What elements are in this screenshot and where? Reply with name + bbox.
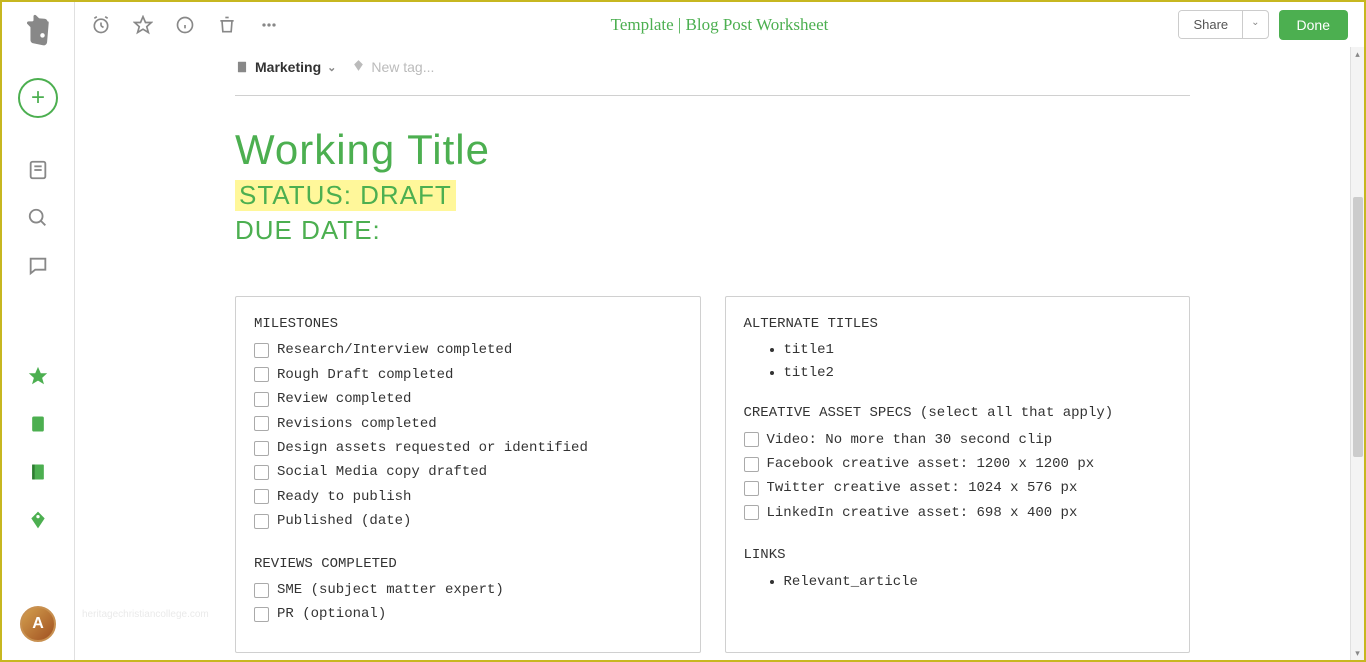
checklist-label: Published (date)	[277, 510, 411, 532]
shortcuts-icon[interactable]	[26, 158, 50, 182]
notebooks-icon[interactable]	[26, 460, 50, 484]
watermark: heritagechristiancollege.com	[82, 609, 209, 620]
evernote-logo-icon[interactable]	[20, 14, 56, 50]
scroll-down-icon[interactable]: ▾	[1351, 646, 1364, 660]
checklist-label: Video: No more than 30 second clip	[767, 429, 1053, 451]
checklist-item[interactable]: Ready to publish	[254, 486, 682, 508]
checklist-label: Rough Draft completed	[277, 364, 453, 386]
checklist-label: PR (optional)	[277, 603, 386, 625]
checklist-item[interactable]: Published (date)	[254, 510, 682, 532]
checklist-label: Twitter creative asset: 1024 x 576 px	[767, 477, 1078, 499]
checklist-item[interactable]: Research/Interview completed	[254, 339, 682, 361]
notes-icon[interactable]	[26, 412, 50, 436]
done-button[interactable]: Done	[1279, 10, 1348, 40]
specs-header: CREATIVE ASSET SPECS (select all that ap…	[744, 402, 1172, 424]
note-body[interactable]: Marketing ⌄ New tag... Working Title STA…	[75, 47, 1350, 660]
checkbox[interactable]	[254, 343, 269, 358]
sidebar: + A	[2, 2, 75, 660]
checklist-item[interactable]: Video: No more than 30 second clip	[744, 429, 1172, 451]
checklist-label: SME (subject matter expert)	[277, 579, 504, 601]
tags-icon[interactable]	[26, 508, 50, 532]
new-tag-input[interactable]: New tag...	[352, 59, 434, 75]
new-note-button[interactable]: +	[18, 78, 58, 118]
checklist-label: Design assets requested or identified	[277, 437, 588, 459]
checklist-label: Research/Interview completed	[277, 339, 512, 361]
checklist-item[interactable]: Facebook creative asset: 1200 x 1200 px	[744, 453, 1172, 475]
work-chat-icon[interactable]	[26, 254, 50, 278]
new-tag-placeholder: New tag...	[371, 59, 434, 75]
checkbox[interactable]	[254, 514, 269, 529]
user-avatar[interactable]: A	[20, 606, 56, 642]
checklist-item[interactable]: LinkedIn creative asset: 698 x 400 px	[744, 502, 1172, 524]
share-dropdown[interactable]: ⌄	[1242, 11, 1267, 38]
checkbox[interactable]	[744, 481, 759, 496]
checklist-item[interactable]: PR (optional)	[254, 603, 682, 625]
checkbox[interactable]	[254, 416, 269, 431]
topbar: Template | Blog Post Worksheet Share ⌄ D…	[75, 2, 1364, 47]
notebook-name: Marketing	[255, 59, 321, 75]
checkbox[interactable]	[254, 392, 269, 407]
chevron-down-icon: ⌄	[327, 61, 336, 74]
checkbox[interactable]	[254, 607, 269, 622]
checkbox[interactable]	[254, 441, 269, 456]
more-icon[interactable]	[259, 15, 279, 35]
checklist-item[interactable]: Review completed	[254, 388, 682, 410]
alt-titles-header: ALTERNATE TITLES	[744, 313, 1172, 335]
milestones-header: MILESTONES	[254, 313, 682, 335]
assets-card[interactable]: ALTERNATE TITLES title1title2 CREATIVE A…	[725, 296, 1191, 653]
checklist-label: Ready to publish	[277, 486, 411, 508]
checkbox[interactable]	[254, 583, 269, 598]
checklist-item[interactable]: Design assets requested or identified	[254, 437, 682, 459]
reviews-header: REVIEWS COMPLETED	[254, 553, 682, 575]
checklist-item[interactable]: Social Media copy drafted	[254, 461, 682, 483]
links-header: LINKS	[744, 544, 1172, 566]
trash-icon[interactable]	[217, 15, 237, 35]
note-title[interactable]: Template | Blog Post Worksheet	[611, 15, 829, 35]
checklist-label: Social Media copy drafted	[277, 461, 487, 483]
checkbox[interactable]	[254, 367, 269, 382]
list-item[interactable]: title2	[784, 362, 1172, 384]
working-title-heading[interactable]: Working Title	[235, 126, 1190, 174]
due-date-line[interactable]: DUE DATE:	[235, 215, 1190, 246]
reminder-icon[interactable]	[91, 15, 111, 35]
favorite-star-icon[interactable]	[133, 15, 153, 35]
notebook-selector[interactable]: Marketing ⌄	[235, 59, 336, 75]
checkbox[interactable]	[744, 505, 759, 520]
share-button-group: Share ⌄	[1178, 10, 1268, 39]
checklist-item[interactable]: SME (subject matter expert)	[254, 579, 682, 601]
checklist-item[interactable]: Rough Draft completed	[254, 364, 682, 386]
star-icon[interactable]	[26, 364, 50, 388]
status-line[interactable]: STATUS: DRAFT	[235, 180, 456, 211]
list-item[interactable]: Relevant_article	[784, 571, 1172, 593]
list-item[interactable]: title1	[784, 339, 1172, 361]
search-icon[interactable]	[26, 206, 50, 230]
scroll-up-icon[interactable]: ▴	[1351, 47, 1364, 61]
checklist-item[interactable]: Twitter creative asset: 1024 x 576 px	[744, 477, 1172, 499]
share-button[interactable]: Share	[1179, 11, 1242, 38]
scroll-thumb[interactable]	[1353, 197, 1363, 457]
checklist-label: Review completed	[277, 388, 411, 410]
tag-icon	[352, 59, 365, 75]
notebook-icon	[235, 60, 249, 74]
checklist-label: Revisions completed	[277, 413, 437, 435]
checklist-item[interactable]: Revisions completed	[254, 413, 682, 435]
info-icon[interactable]	[175, 15, 195, 35]
checkbox[interactable]	[744, 432, 759, 447]
checklist-label: Facebook creative asset: 1200 x 1200 px	[767, 453, 1095, 475]
checkbox[interactable]	[254, 465, 269, 480]
checkbox[interactable]	[744, 457, 759, 472]
divider	[235, 95, 1190, 96]
scrollbar[interactable]: ▴ ▾	[1350, 47, 1364, 660]
checkbox[interactable]	[254, 489, 269, 504]
milestones-card[interactable]: MILESTONES Research/Interview completed R…	[235, 296, 701, 653]
checklist-label: LinkedIn creative asset: 698 x 400 px	[767, 502, 1078, 524]
